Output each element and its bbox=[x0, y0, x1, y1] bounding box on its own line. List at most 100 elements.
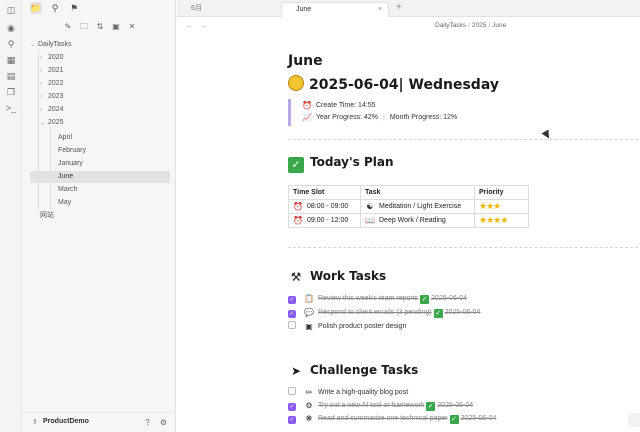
task-item[interactable]: ✓ 📋 Review this week's team reports ✓ 2025-0… bbox=[288, 293, 467, 305]
clock-icon: ⏰ bbox=[302, 101, 312, 110]
copy-icon[interactable]: ❐ bbox=[5, 86, 17, 98]
check-mark-icon: ✓ bbox=[288, 157, 304, 173]
settings-icon[interactable]: ⚙ bbox=[158, 417, 169, 428]
checkbox-unchecked[interactable] bbox=[288, 387, 296, 395]
folder-label: DailyTasks bbox=[38, 41, 72, 48]
robot-icon: ⚙ bbox=[305, 401, 313, 410]
folder-2024[interactable]: › 2024 bbox=[40, 104, 64, 116]
search-icon[interactable]: ⚲ bbox=[49, 2, 61, 14]
sidebar-toggle-icon[interactable]: ◫ bbox=[5, 4, 17, 16]
breadcrumb-item[interactable]: June bbox=[492, 22, 506, 29]
breadcrumb: DailyTasks/2025/June bbox=[435, 22, 507, 29]
folder-2021[interactable]: › 2021 bbox=[40, 65, 64, 77]
vault-switcher[interactable]: ⇕ ProductDemo ? ⚙ bbox=[22, 412, 176, 432]
file-june[interactable]: June bbox=[30, 171, 170, 183]
file-label: March bbox=[58, 186, 78, 193]
graph-view-icon[interactable]: ◉ bbox=[5, 22, 17, 34]
year-progress: Year Progress: 42% bbox=[316, 114, 378, 121]
alarm-clock-icon: ⏰ bbox=[293, 201, 303, 211]
table-cell: ⏰ 08:00 - 09:00 bbox=[288, 199, 361, 214]
divider bbox=[288, 247, 638, 248]
pencil-icon: ✏ bbox=[305, 388, 313, 397]
tab-label: 6月 bbox=[191, 5, 202, 12]
help-icon[interactable]: ? bbox=[142, 417, 153, 428]
forward-arrow-icon[interactable]: → bbox=[199, 20, 208, 30]
canvas-icon[interactable]: ▦ bbox=[5, 54, 17, 66]
tools-icon: ⚒ bbox=[290, 270, 302, 284]
checkbox-checked[interactable]: ✓ bbox=[288, 403, 296, 411]
tab-6yue[interactable]: 6月 bbox=[177, 2, 277, 17]
folder-2025[interactable]: ⌄ 2025 bbox=[40, 117, 64, 129]
chevron-updown-icon: ⇕ bbox=[32, 419, 38, 426]
priority-stars: ★★★ bbox=[479, 201, 501, 211]
folder-label: 2025 bbox=[48, 119, 64, 126]
file-march[interactable]: March bbox=[58, 184, 77, 196]
task-item[interactable]: ✓ ❋ Read and summarize one technical paper… bbox=[288, 413, 496, 425]
task-item[interactable]: ▣ Polish product poster design bbox=[288, 321, 406, 333]
meditation-icon: ☯ bbox=[366, 201, 374, 211]
checkbox-checked[interactable]: ✓ bbox=[288, 310, 296, 318]
task-item[interactable]: ✓ 💬 Respond to client emails (3 pending) ✓ 2… bbox=[288, 307, 480, 319]
chevron-right-icon: › bbox=[40, 94, 42, 100]
table-row: ⏰ 08:00 - 09:00 ☯ Meditation / Light Exerc… bbox=[288, 199, 529, 214]
plan-heading: ✓ Today's Plan bbox=[288, 155, 394, 173]
file-february[interactable]: February bbox=[58, 145, 86, 157]
work-heading: ⚒ Work Tasks bbox=[288, 269, 387, 288]
file-label: January bbox=[58, 160, 83, 167]
create-time: ⏰ Create Time: 14:55 bbox=[302, 101, 376, 110]
new-tab-button[interactable]: + bbox=[396, 2, 402, 13]
close-all-icon[interactable]: ✕ bbox=[126, 21, 138, 33]
folder-label: 2024 bbox=[48, 106, 64, 113]
status-bar-corner bbox=[628, 413, 640, 427]
tab-june[interactable]: June × bbox=[281, 2, 389, 17]
folder-label: 2023 bbox=[48, 93, 64, 100]
folder-dailytasks[interactable]: ⌄ DailyTasks bbox=[30, 39, 71, 51]
priority-stars: ★★★★ bbox=[479, 215, 508, 225]
checkbox-unchecked[interactable] bbox=[288, 321, 296, 329]
month-progress: Month Progress: 12% bbox=[389, 114, 458, 121]
file-explorer-sidebar: 📁 ⚲ ⚑ ✎ 🗀 ⇅ ▣ ✕ ⌄ DailyTasks › 2020 › 2021 … bbox=[22, 0, 176, 432]
challenge-heading: ➤ Challenge Tasks bbox=[288, 363, 418, 382]
share-icon[interactable]: ⚲ bbox=[5, 38, 17, 50]
sort-icon[interactable]: ⇅ bbox=[94, 21, 106, 33]
chevron-right-icon: › bbox=[40, 107, 42, 113]
folder-2023[interactable]: › 2023 bbox=[40, 91, 64, 103]
chevron-down-icon: ⌄ bbox=[40, 120, 46, 126]
back-arrow-icon[interactable]: ← bbox=[185, 20, 194, 30]
file-may[interactable]: May bbox=[58, 197, 71, 209]
moon-icon bbox=[288, 75, 304, 91]
bookmark-icon[interactable]: ⚑ bbox=[68, 2, 80, 14]
table-cell: 📖 Deep Work / Reading bbox=[360, 213, 475, 228]
tree-guide-line bbox=[38, 50, 39, 210]
task-item[interactable]: ✏ Write a high-quality blog post bbox=[288, 387, 408, 399]
tab-bar: 6月 June × + bbox=[177, 0, 640, 17]
breadcrumb-item[interactable]: DailyTasks bbox=[435, 22, 466, 29]
book-icon: 📖 bbox=[365, 215, 375, 225]
new-folder-icon[interactable]: 🗀 bbox=[78, 21, 90, 33]
table-cell: ★★★★ bbox=[474, 213, 529, 228]
terminal-icon[interactable]: >_ bbox=[5, 102, 17, 114]
collapse-icon[interactable]: ▣ bbox=[110, 21, 122, 33]
folder-2022[interactable]: › 2022 bbox=[40, 78, 64, 90]
done-check-icon: ✓ bbox=[420, 295, 430, 304]
new-note-icon[interactable]: ✎ bbox=[62, 21, 74, 33]
chevron-right-icon: › bbox=[40, 81, 42, 87]
folder-icon[interactable]: 📁 bbox=[30, 2, 42, 14]
divider bbox=[288, 139, 638, 140]
folder-website[interactable]: 网站 bbox=[40, 210, 54, 222]
file-january[interactable]: January bbox=[58, 158, 83, 170]
close-icon[interactable]: × bbox=[378, 3, 382, 17]
task-item[interactable]: ✓ ⚙ Try out a new AI tool or framework ✓ 202… bbox=[288, 400, 473, 412]
file-april[interactable]: April bbox=[58, 132, 72, 144]
folder-2020[interactable]: › 2020 bbox=[40, 52, 64, 64]
checkbox-checked[interactable]: ✓ bbox=[288, 296, 296, 304]
file-label: May bbox=[58, 199, 72, 206]
file-label: June bbox=[58, 173, 74, 180]
clipboard-icon: 📋 bbox=[304, 294, 314, 303]
sidebar-header: 📁 ⚲ ⚑ bbox=[22, 0, 176, 16]
breadcrumb-item[interactable]: 2025 bbox=[472, 22, 486, 29]
calendar-icon[interactable]: ▤ bbox=[5, 70, 17, 82]
table-row: ⏰ 09:00 - 12:00 📖 Deep Work / Reading ★★★★ bbox=[288, 213, 529, 228]
speech-bubble-icon: 💬 bbox=[304, 308, 314, 317]
checkbox-checked[interactable]: ✓ bbox=[288, 416, 296, 424]
